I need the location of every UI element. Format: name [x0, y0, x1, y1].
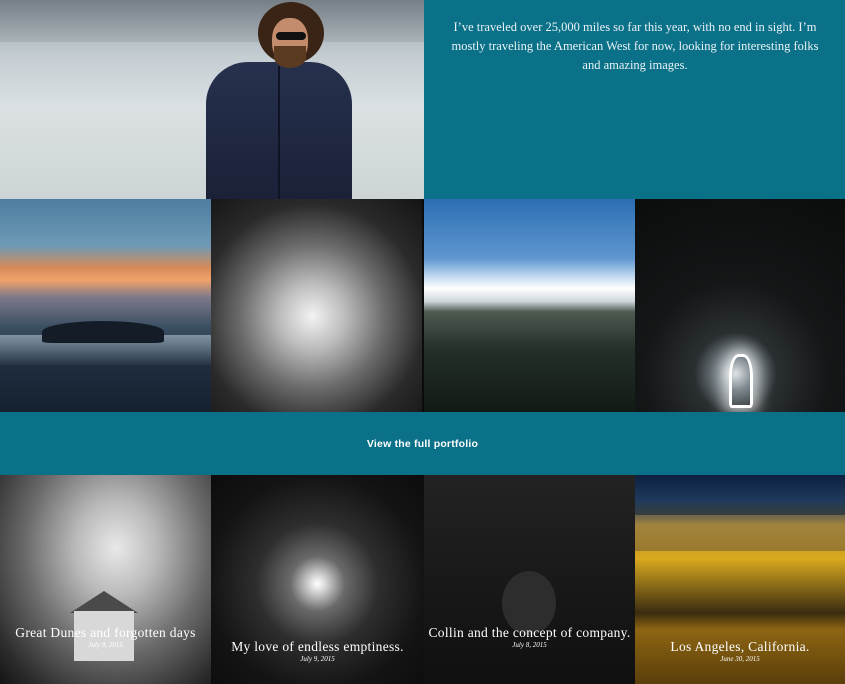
portrait-photo [0, 0, 424, 199]
post-caption: My love of endless emptiness. July 9, 20… [211, 639, 424, 663]
post-card[interactable]: Los Angeles, California. June 30, 2015 [635, 475, 845, 684]
jacket-figure [206, 62, 352, 199]
post-title[interactable]: Collin and the concept of company. [424, 625, 635, 640]
gallery-row [0, 199, 845, 412]
post-card[interactable]: Collin and the concept of company. July … [424, 475, 635, 684]
post-date: July 9, 2015 [88, 641, 123, 649]
gallery-image-sunset[interactable] [0, 199, 211, 412]
about-section: I’ve traveled over 25,000 miles so far t… [0, 0, 845, 199]
gallery-image-splash[interactable] [211, 199, 422, 412]
light-figure [729, 354, 753, 408]
post-date: July 9, 2015 [300, 655, 335, 663]
post-title[interactable]: My love of endless emptiness. [211, 639, 424, 654]
page: I’ve traveled over 25,000 miles so far t… [0, 0, 845, 684]
intro-panel: I’ve traveled over 25,000 miles so far t… [424, 0, 845, 199]
posts-row: Great Dunes and forgotten days July 9, 2… [0, 475, 845, 684]
post-caption: Great Dunes and forgotten days July 9, 2… [0, 625, 211, 649]
post-caption: Collin and the concept of company. July … [424, 625, 635, 649]
beard-figure [274, 46, 306, 68]
intro-text: I’ve traveled over 25,000 miles so far t… [451, 20, 819, 72]
post-card[interactable]: My love of endless emptiness. July 9, 20… [211, 475, 424, 684]
graffiti-wall [635, 515, 845, 551]
gallery-image-sea-grass[interactable] [424, 199, 635, 412]
post-date: June 30, 2015 [720, 655, 760, 663]
post-caption: Los Angeles, California. June 30, 2015 [635, 639, 845, 663]
post-title[interactable]: Great Dunes and forgotten days [0, 625, 211, 640]
sunglasses-figure [276, 32, 306, 40]
view-portfolio-link[interactable]: View the full portfolio [367, 438, 478, 450]
house-roof [70, 591, 138, 613]
post-card[interactable]: Great Dunes and forgotten days July 9, 2… [0, 475, 211, 684]
gallery-image-light-figure[interactable] [635, 199, 845, 412]
horizon [0, 0, 424, 42]
island [42, 321, 164, 343]
portfolio-band: View the full portfolio [0, 412, 845, 475]
post-title[interactable]: Los Angeles, California. [635, 639, 845, 654]
post-date: July 8, 2015 [512, 641, 547, 649]
